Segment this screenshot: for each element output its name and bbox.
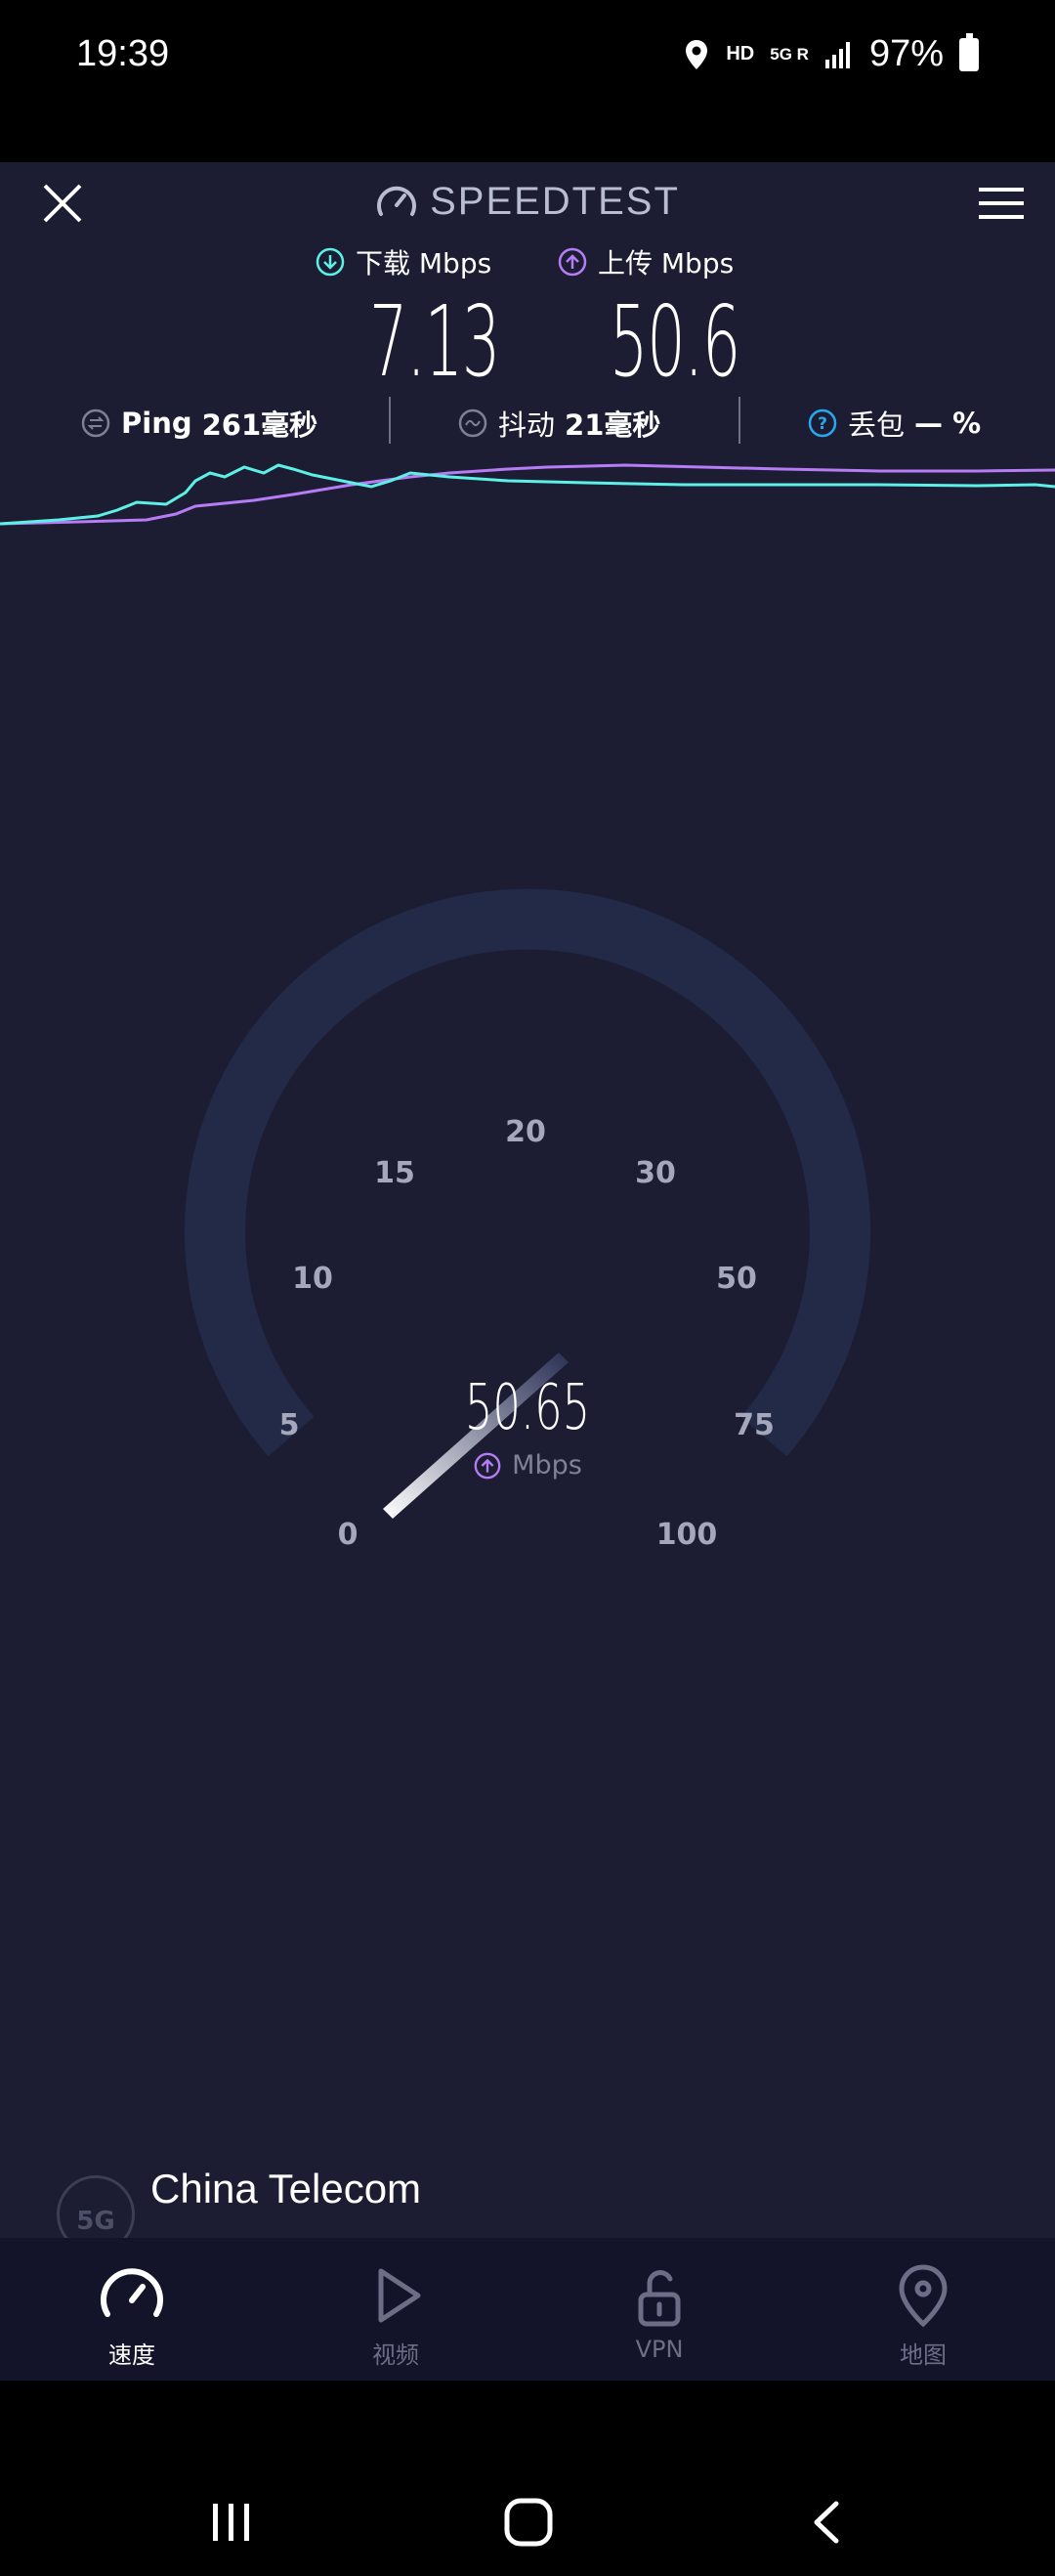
top-bar: SPEEDTEST	[0, 162, 1055, 250]
recent-apps-icon[interactable]	[207, 2498, 256, 2547]
upload-arrow-icon	[558, 247, 587, 277]
jitter-icon	[458, 408, 487, 438]
back-icon[interactable]	[803, 2498, 852, 2547]
menu-icon[interactable]	[977, 186, 1026, 221]
ping-icon	[81, 408, 110, 438]
network-indicator: 5G R	[770, 44, 809, 64]
stats-divider	[389, 397, 391, 444]
download-arrow-icon	[316, 247, 345, 277]
upload-label-text: 上传 Mbps	[598, 247, 735, 279]
help-circle-icon[interactable]: ?	[807, 408, 838, 439]
unlock-icon	[638, 2270, 681, 2327]
gauge-tick: 10	[292, 1262, 333, 1296]
battery-percent: 97%	[868, 33, 944, 74]
nav-vpn[interactable]: VPN	[528, 2238, 791, 2381]
signal-icon	[824, 41, 850, 68]
nav-vpn-label: VPN	[635, 2336, 684, 2363]
status-time: 19:39	[76, 33, 170, 74]
status-icons: HD 5G R 97%	[683, 32, 979, 75]
jitter-value: 21毫秒	[565, 408, 661, 442]
gauge-tick: 15	[374, 1156, 415, 1190]
nav-speed-label: 速度	[108, 2341, 155, 2369]
download-value: 7.13	[369, 284, 500, 399]
isp-info[interactable]: 5G China Telecom	[0, 2156, 1055, 2238]
gauge-unit-text: Mbps	[512, 1450, 582, 1481]
gauge-tick: 30	[635, 1156, 676, 1190]
loss-label: 丢包	[848, 408, 906, 442]
gauge-speed-value: 50.65	[464, 1372, 591, 1444]
download-graph-line	[0, 463, 1055, 526]
gauge-tick: 50	[716, 1262, 757, 1296]
svg-text:?: ?	[818, 414, 827, 434]
nav-map[interactable]: 地图	[791, 2238, 1055, 2381]
upload-value: 50.6	[610, 284, 740, 399]
gauge-arc	[185, 888, 870, 1457]
jitter-label: 抖动	[498, 408, 556, 442]
speed-history-graph	[0, 463, 1055, 526]
speed-gauge: 0 5 10 15 20 30 50 75 100	[185, 888, 870, 1552]
gauge-unit: Mbps	[0, 1450, 1055, 1481]
speedometer-icon	[101, 2268, 163, 2317]
app-brand: SPEEDTEST	[0, 180, 1055, 224]
download-label: 下载 Mbps	[315, 242, 491, 281]
ping-label: Ping	[121, 407, 192, 440]
connection-type-badge: 5G	[57, 2175, 135, 2238]
loss-value: — %	[914, 407, 982, 440]
system-navigation-bar	[0, 2381, 1055, 2576]
speedometer-logo-icon	[377, 186, 417, 216]
stats-divider	[738, 397, 740, 444]
map-pin-icon	[899, 2264, 948, 2328]
status-bar: 19:39 HD 5G R 97%	[0, 0, 1055, 162]
nav-map-label: 地图	[900, 2341, 947, 2369]
home-icon[interactable]	[502, 2496, 555, 2549]
ping-value: 261毫秒	[201, 408, 318, 442]
nav-video[interactable]: 视频	[264, 2238, 528, 2381]
gauge-tick: 100	[656, 1518, 718, 1552]
app-title: SPEEDTEST	[430, 180, 680, 223]
isp-name: China Telecom	[150, 2166, 422, 2211]
battery-icon	[959, 32, 979, 71]
nav-video-label: 视频	[372, 2341, 419, 2369]
upload-label: 上传 Mbps	[557, 242, 734, 281]
location-icon	[686, 39, 708, 69]
hd-indicator: HD	[726, 43, 755, 64]
play-icon	[378, 2268, 421, 2323]
upload-arrow-icon	[474, 1452, 501, 1479]
download-label-text: 下载 Mbps	[356, 247, 492, 279]
upload-graph-line	[0, 463, 1055, 526]
ping-stat[interactable]: Ping 261毫秒	[80, 403, 317, 444]
speedtest-app: SPEEDTEST 下载 Mbps 上传 Mbps 7.13 50.6 Ping…	[0, 162, 1055, 2381]
packet-loss-stat[interactable]: ? 丢包 — %	[807, 403, 981, 444]
jitter-stat[interactable]: 抖动 21毫秒	[457, 403, 660, 444]
gauge-tick: 0	[338, 1518, 359, 1552]
bottom-navigation: 速度 视频 VPN 地图	[0, 2238, 1055, 2381]
gauge-tick: 20	[505, 1115, 546, 1149]
stats-row: Ping 261毫秒 抖动 21毫秒 ? 丢包 — %	[0, 395, 1055, 453]
nav-speed[interactable]: 速度	[0, 2238, 264, 2381]
